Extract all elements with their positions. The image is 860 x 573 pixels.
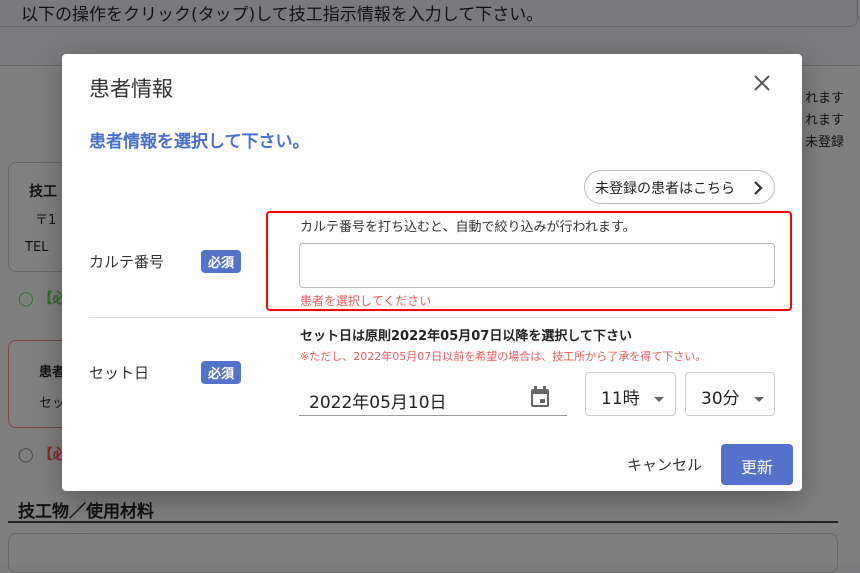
- right-text-1: れます: [805, 91, 845, 106]
- set-date-value: 2022年05月10日: [309, 393, 447, 413]
- chart-number-input[interactable]: [299, 243, 775, 288]
- minute-select[interactable]: 30分: [685, 372, 775, 416]
- close-icon[interactable]: [750, 71, 774, 95]
- materials-card: [8, 533, 838, 573]
- section-divider: [8, 521, 838, 523]
- update-button[interactable]: 更新: [721, 444, 793, 485]
- unregistered-patient-button[interactable]: 未登録の患者はこちら: [584, 170, 775, 204]
- hour-select[interactable]: 11時: [585, 372, 676, 416]
- instruction-text: 以下の操作をクリック(タップ)して技工指示情報を入力して下さい。: [21, 5, 544, 25]
- right-text-3: 未登録: [805, 135, 845, 150]
- chart-number-label: カルテ番号: [89, 253, 165, 271]
- check-circle-icon: ◯: [18, 291, 34, 307]
- right-text-2: れます: [805, 113, 845, 128]
- hour-value: 11時: [601, 389, 640, 409]
- check-circle-icon: ◯: [18, 447, 34, 463]
- chevron-right-icon: [754, 181, 763, 195]
- calendar-icon[interactable]: [529, 385, 551, 409]
- dialog-title: 患者情報: [89, 77, 173, 101]
- dropdown-arrow-icon: [653, 396, 664, 402]
- dropdown-arrow-icon: [753, 396, 764, 402]
- chart-number-hint: カルテ番号を打ち込むと、自動で絞り込みが行われます。: [300, 220, 636, 235]
- divider: [89, 317, 775, 318]
- cancel-button[interactable]: キャンセル: [627, 454, 702, 475]
- set-date-label: セット日: [89, 364, 150, 382]
- patient-info-dialog: 患者情報 患者情報を選択して下さい。 未登録の患者はこちら カルテ番号 必須 カ…: [62, 54, 802, 491]
- section-title: 技工物／使用材料: [18, 502, 154, 522]
- unregistered-patient-label: 未登録の患者はこちら: [595, 181, 735, 197]
- instruction-banner: 以下の操作をクリック(タップ)して技工指示情報を入力して下さい。: [0, 0, 858, 27]
- minute-value: 30分: [701, 389, 740, 409]
- required-ng-status: ◯ 【必: [18, 444, 67, 464]
- set-date-warning: ※ただし、2022年05月07日以前を希望の場合は、技工所から了承を得て下さい。: [300, 350, 707, 363]
- chart-number-error: 患者を選択してください: [300, 294, 432, 308]
- dialog-subtitle: 患者情報を選択して下さい。: [89, 132, 310, 152]
- required-badge: 必須: [201, 361, 242, 384]
- set-date-field[interactable]: 2022年05月10日: [299, 379, 567, 416]
- set-date-note: セット日は原則2022年05月07日以降を選択して下さい: [300, 329, 632, 344]
- required-ok-status: ◯ 【必: [18, 288, 67, 308]
- required-badge: 必須: [201, 250, 242, 273]
